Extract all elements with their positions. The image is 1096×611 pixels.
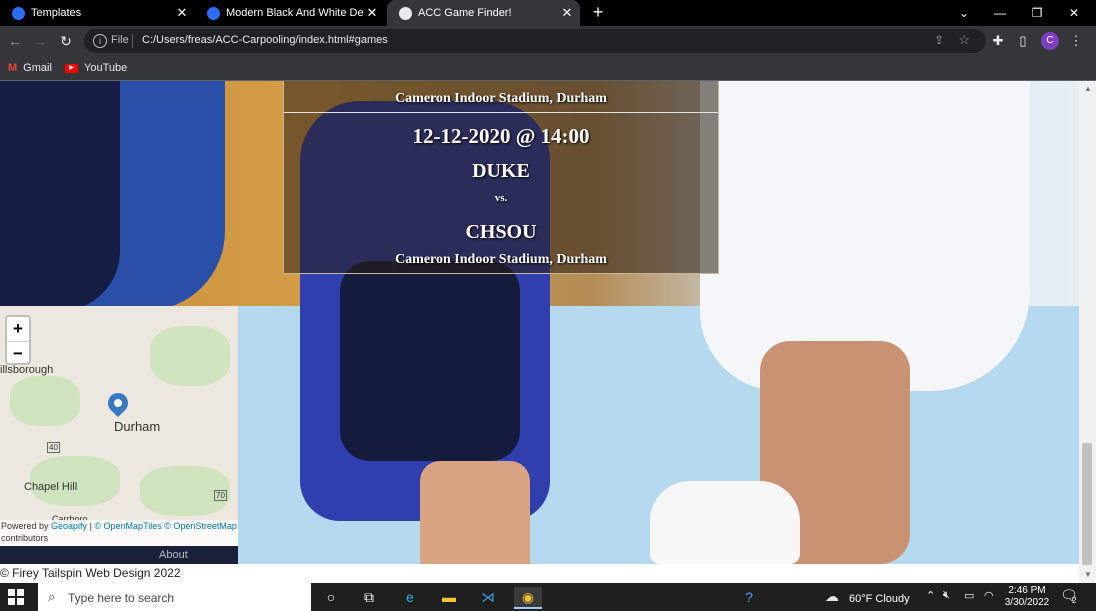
taskbar-clock[interactable]: 2:46 PM 3/30/2022 bbox=[1003, 585, 1051, 609]
globe-favicon-icon bbox=[399, 6, 412, 20]
map-label-hillsborough: illsborough bbox=[0, 364, 54, 376]
battery-icon[interactable]: ▭ bbox=[964, 589, 974, 602]
volume-muted-icon[interactable]: 🔇︎ bbox=[943, 589, 950, 602]
gmail-icon: M bbox=[8, 62, 18, 74]
tray-chevron-icon[interactable]: ⌃ bbox=[926, 589, 935, 602]
file-explorer-icon[interactable]: ▬ bbox=[437, 587, 461, 607]
windows-start-icon[interactable] bbox=[8, 589, 24, 605]
tab-search-icon[interactable]: ⌄ bbox=[946, 0, 982, 26]
nav-bar: About bbox=[0, 546, 238, 564]
weather-cloud-icon[interactable]: ☁ bbox=[825, 588, 839, 605]
clock-date: 3/30/2022 bbox=[1004, 597, 1050, 608]
chrome-icon[interactable]: ◉ bbox=[514, 587, 542, 609]
tab-strip: Templates ✕ Modern Black And White Desig… bbox=[0, 0, 1096, 26]
map-label-durham: Durham bbox=[114, 419, 161, 434]
tab-templates[interactable]: Templates ✕ bbox=[0, 0, 195, 26]
game-divider bbox=[284, 112, 718, 113]
search-icon: ⌕ bbox=[48, 589, 56, 604]
location-map[interactable]: + − illsborough Durham Chapel Hill Carrb… bbox=[0, 306, 238, 546]
geoapify-link[interactable]: Geoapify bbox=[51, 521, 87, 531]
bookmark-label: YouTube bbox=[84, 62, 128, 74]
close-tab-icon[interactable]: ✕ bbox=[558, 5, 576, 21]
map-zoom-control: + − bbox=[5, 315, 31, 365]
clock-time: 2:46 PM bbox=[1008, 585, 1046, 596]
away-team: CHSOU bbox=[465, 221, 537, 243]
bookmarks-bar: M Gmail ▶ YouTube bbox=[0, 56, 1096, 81]
map-label-chapel-hill: Chapel Hill bbox=[24, 481, 78, 493]
profile-avatar[interactable]: C bbox=[1041, 32, 1059, 50]
openstreetmap-link[interactable]: © OpenStreetMap bbox=[164, 521, 237, 531]
tab-modern-design[interactable]: Modern Black And White Design ✕ bbox=[195, 0, 385, 26]
canva-favicon-icon bbox=[12, 6, 25, 20]
home-team: DUKE bbox=[472, 160, 530, 182]
bookmark-youtube[interactable]: ▶ YouTube bbox=[65, 60, 127, 76]
bookmark-star-icon[interactable]: ☆ bbox=[958, 32, 970, 48]
extensions-icon[interactable]: ✚ bbox=[989, 32, 1007, 50]
share-icon[interactable]: ⇪ bbox=[934, 33, 944, 47]
tab-title: ACC Game Finder! bbox=[418, 7, 512, 19]
help-icon[interactable]: ? bbox=[737, 587, 761, 607]
tab-acc-game-finder[interactable]: ACC Game Finder! ✕ bbox=[387, 0, 580, 26]
map-attribution: Powered by Geoapify | © OpenMapTiles © O… bbox=[0, 520, 238, 546]
youtube-icon: ▶ bbox=[65, 63, 78, 73]
bookmark-gmail[interactable]: M Gmail bbox=[8, 60, 52, 76]
versus-label: vs. bbox=[494, 192, 508, 204]
zoom-out-button[interactable]: − bbox=[7, 342, 29, 366]
task-view-icon[interactable]: ⧉ bbox=[357, 587, 381, 607]
close-tab-icon[interactable]: ✕ bbox=[173, 5, 191, 21]
menu-icon[interactable]: ⋮ bbox=[1067, 32, 1085, 50]
taskbar-search[interactable]: ⌕ Type here to search bbox=[38, 583, 311, 611]
map-marker-icon[interactable] bbox=[103, 388, 133, 418]
nav-about-link[interactable]: About bbox=[159, 549, 188, 561]
wifi-icon[interactable]: ◠ bbox=[984, 589, 994, 602]
page-viewport: Cameron Indoor Stadium, Durham 12-12-202… bbox=[0, 81, 1079, 583]
vscode-icon[interactable]: ⋊ bbox=[476, 587, 500, 607]
back-icon[interactable]: ← bbox=[6, 32, 24, 50]
zoom-in-button[interactable]: + bbox=[7, 317, 29, 342]
divider bbox=[132, 34, 133, 48]
game-card: Cameron Indoor Stadium, Durham 12-12-202… bbox=[283, 81, 719, 274]
openmaptiles-link[interactable]: © OpenMapTiles bbox=[94, 521, 161, 531]
new-tab-button[interactable]: + bbox=[588, 2, 608, 24]
tab-title: Modern Black And White Design bbox=[226, 7, 363, 19]
edge-icon[interactable]: e bbox=[398, 587, 422, 607]
restore-button[interactable]: ❐ bbox=[1019, 0, 1055, 26]
weather-text[interactable]: 60°F Cloudy bbox=[849, 593, 910, 605]
tab-title: Templates bbox=[31, 7, 82, 19]
cortana-icon[interactable]: ○ bbox=[319, 587, 343, 607]
site-info-icon[interactable]: i bbox=[93, 34, 107, 48]
canva-favicon-icon bbox=[207, 6, 220, 20]
side-panel-icon[interactable]: ▯ bbox=[1014, 32, 1032, 50]
search-placeholder: Type here to search bbox=[68, 591, 175, 605]
previous-game-venue: Cameron Indoor Stadium, Durham bbox=[395, 91, 607, 106]
minimize-button[interactable]: — bbox=[982, 0, 1018, 26]
url-scheme: File bbox=[111, 34, 129, 46]
scrollbar-thumb[interactable] bbox=[1082, 443, 1092, 565]
page-footer: © Firey Tailspin Web Design 2022 bbox=[0, 564, 1079, 583]
notification-count-badge: 2 bbox=[1072, 596, 1077, 605]
address-bar[interactable]: i File C:/Users/freas/ACC-Carpooling/ind… bbox=[84, 29, 986, 53]
close-tab-icon[interactable]: ✕ bbox=[363, 5, 381, 21]
scroll-down-icon[interactable]: ▼ bbox=[1084, 570, 1092, 579]
windows-taskbar: ⌕ Type here to search ○ ⧉ e ▬ ⋊ ◉ ? ☁ 60… bbox=[0, 583, 1096, 611]
game-venue: Cameron Indoor Stadium, Durham bbox=[395, 252, 607, 267]
page-scrollbar[interactable]: ▲ ▼ bbox=[1079, 81, 1096, 583]
scroll-up-icon[interactable]: ▲ bbox=[1084, 84, 1092, 93]
reload-icon[interactable]: ↻ bbox=[57, 32, 75, 50]
bookmark-label: Gmail bbox=[23, 62, 52, 74]
close-window-button[interactable]: ✕ bbox=[1056, 0, 1092, 26]
game-datetime: 12-12-2020 @ 14:00 bbox=[412, 124, 590, 148]
url-text[interactable]: C:/Users/freas/ACC-Carpooling/index.html… bbox=[142, 34, 388, 46]
highway-40-shield: 40 bbox=[47, 442, 60, 453]
forward-icon[interactable]: → bbox=[31, 32, 49, 50]
highway-70-shield: 70 bbox=[214, 490, 227, 501]
